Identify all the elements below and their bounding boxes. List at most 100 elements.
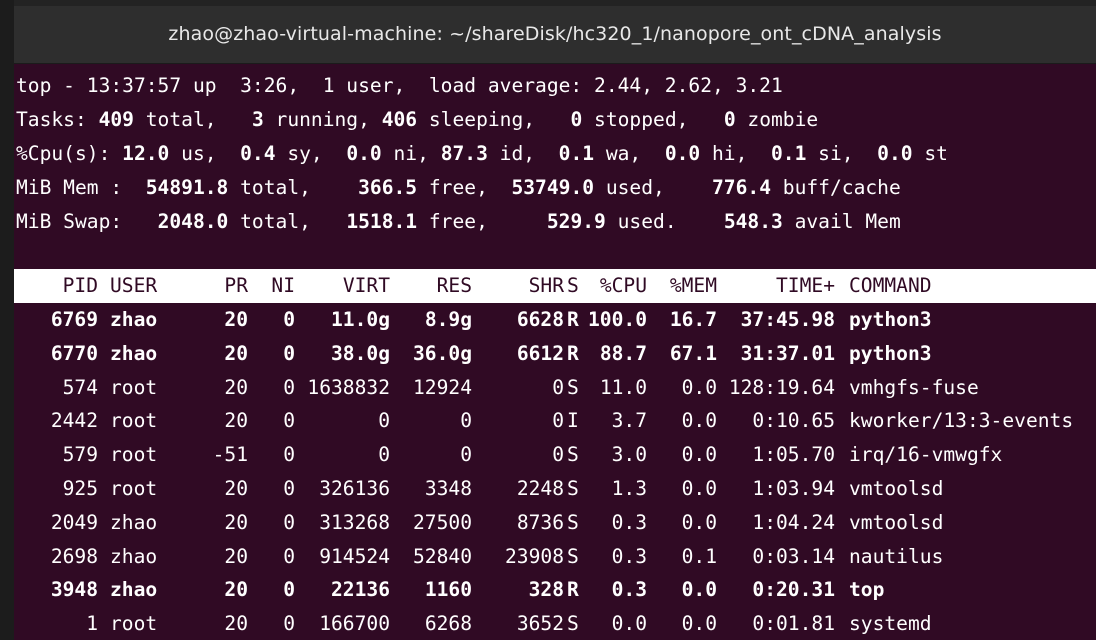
- col-pid-value: 2698: [50, 544, 98, 568]
- swap-free: 1518.1: [346, 210, 418, 233]
- col-virt-value: 166700: [319, 612, 390, 636]
- col-virt-value: 914524: [319, 544, 390, 568]
- title-bar[interactable]: zhao@zhao-virtual-machine: ~/shareDisk/h…: [14, 0, 1096, 64]
- col-res-value: 12924: [413, 375, 472, 399]
- col-res-value: 36.0g: [413, 341, 472, 365]
- mem-cache-label: buff/cache: [771, 176, 901, 199]
- col-pr-value: 20: [224, 477, 248, 500]
- col-ni-value: 0: [283, 578, 295, 602]
- cpu-hi: 0.0: [664, 142, 701, 165]
- col-res-value: 0: [460, 443, 472, 467]
- cpu-ni: 0.0: [346, 142, 382, 165]
- cpu-label: %Cpu(s):: [16, 142, 123, 165]
- col-command-value: vmhgfs-fuse: [849, 375, 979, 399]
- process-row: 2698 zhao 20 0 914524 52840 23908 S 0.3 0.1 0:03.1…: [14, 540, 1096, 574]
- process-row: 2442 root 20 0 0 0 0 I 3.7 0.0 0:10.65 kworker/13:3…: [14, 404, 1096, 438]
- col-mem-value: 0.0: [681, 477, 717, 500]
- col-user-value: root: [110, 443, 158, 467]
- col-mem-value: 0.0: [681, 443, 717, 467]
- col-user-value: root: [110, 477, 158, 500]
- col-user-value: zhao: [110, 308, 158, 331]
- col-time-value: 0:20.31: [752, 578, 835, 602]
- col-command-value: kworker/13:3-events: [849, 409, 1074, 433]
- col-command-value: vmtoolsd: [849, 477, 944, 500]
- col-mem-value: 0.0: [681, 409, 717, 433]
- col-virt-value: 326136: [319, 477, 390, 500]
- col-pid-value: 2049: [50, 510, 98, 534]
- process-row: 574 root 20 0 1638832 12924 0 S 11.0 0.0 128:19.64…: [14, 371, 1096, 405]
- col-s-value: S: [567, 477, 579, 500]
- col-command-value: vmtoolsd: [849, 510, 944, 534]
- tasks-line: Tasks: 409 total, 3 running, 406 sleepin…: [14, 103, 818, 137]
- swap-free-label: free,: [417, 210, 547, 233]
- col-res-value: 3348: [424, 477, 472, 500]
- swap-used-label: used.: [605, 210, 724, 233]
- col-shr-value: 3652: [516, 612, 564, 636]
- col-res-value: 6268: [424, 612, 472, 636]
- col-pid-value: 6770: [50, 341, 98, 365]
- swap-used: 529.9: [546, 210, 606, 233]
- col-mem-value: 0.0: [681, 578, 717, 602]
- process-row: 579 root -51 0 0 0 0 S 3.0 0.0 1:05.70 irq/16-vmwgf…: [14, 438, 1096, 472]
- col-pr-value: 20: [224, 578, 248, 602]
- col-command-value: systemd: [849, 612, 932, 636]
- col-s-value: I: [567, 409, 579, 433]
- col-res-value: 8.9g: [424, 308, 472, 331]
- col-shr-value: 0: [552, 375, 564, 399]
- col-pr-value: 20: [224, 409, 248, 433]
- col-cpu-value: 0.3: [611, 544, 647, 568]
- col-pid-value: 2442: [50, 409, 98, 433]
- col-user-value: root: [110, 375, 158, 399]
- swap-total-label: total,: [228, 210, 347, 233]
- col-res-value: 1160: [424, 578, 472, 602]
- col-shr-value: 6628: [516, 308, 564, 331]
- col-command-value: python3: [849, 308, 932, 331]
- col-mem-value: 0.0: [681, 375, 717, 399]
- col-pid-value: 925: [62, 477, 98, 500]
- swap-total: 2048.0: [157, 210, 229, 233]
- col-s-value: R: [567, 578, 579, 602]
- header-col-mem: %MEM: [669, 274, 717, 297]
- swap-label: MiB Swap:: [16, 210, 158, 233]
- header-col-s: S: [567, 274, 579, 297]
- col-pr-value: 20: [224, 341, 248, 365]
- col-ni-value: 0: [283, 409, 295, 433]
- cpu-st-label: st: [912, 142, 948, 165]
- header-col-virt: VIRT: [342, 274, 390, 297]
- col-cpu-value: 88.7: [599, 341, 647, 365]
- cpu-ni-label: ni,: [381, 142, 441, 165]
- col-mem-value: 0.1: [681, 544, 717, 568]
- window-title: zhao@zhao-virtual-machine: ~/shareDisk/h…: [168, 23, 942, 45]
- cpu-hi-label: hi,: [700, 142, 771, 165]
- col-time-value: 128:19.64: [728, 375, 835, 399]
- col-s-value: S: [567, 443, 579, 467]
- col-virt-value: 11.0g: [331, 308, 390, 331]
- col-user-value: zhao: [110, 341, 158, 365]
- mem-total-label: total,: [228, 176, 359, 199]
- title-bar-edge: [14, 0, 1096, 6]
- col-pid-value: 579: [62, 443, 98, 467]
- col-shr-value: 328: [528, 578, 564, 602]
- col-time-value: 1:05.70: [752, 443, 835, 467]
- cpu-wa-label: wa,: [594, 142, 665, 165]
- col-pid-value: 6769: [50, 308, 98, 331]
- tasks-total-label: total,: [133, 108, 252, 131]
- col-pid-value: 3948: [50, 578, 98, 602]
- uptime-line: top - 13:37:57 up 3:26, 1 user, load ave…: [16, 74, 783, 97]
- col-shr-value: 6612: [516, 341, 564, 365]
- col-time-value: 1:04.24: [752, 510, 835, 534]
- col-command-value: top: [849, 578, 885, 602]
- col-cpu-value: 1.3: [611, 477, 647, 500]
- cpu-id: 87.3: [440, 142, 488, 165]
- cpu-sy-label: sy,: [275, 142, 347, 165]
- process-row: 6769 zhao 20 0 11.0g 8.9g 6628 R 100.0 16.7 37:45.…: [14, 303, 1096, 337]
- col-user-value: root: [110, 409, 158, 433]
- tasks-sleeping-label: sleeping,: [417, 108, 571, 131]
- terminal-content[interactable]: top - 13:37:57 up 3:26, 1 user, load ave…: [14, 65, 1096, 640]
- col-res-value: 52840: [413, 544, 472, 568]
- col-mem-value: 16.7: [669, 308, 717, 331]
- tasks-total: 409: [98, 108, 134, 131]
- swap-line: MiB Swap: 2048.0 total, 1518.1 free, 529…: [14, 205, 901, 239]
- mem-free-label: free,: [417, 176, 512, 199]
- col-ni-value: 0: [283, 375, 295, 399]
